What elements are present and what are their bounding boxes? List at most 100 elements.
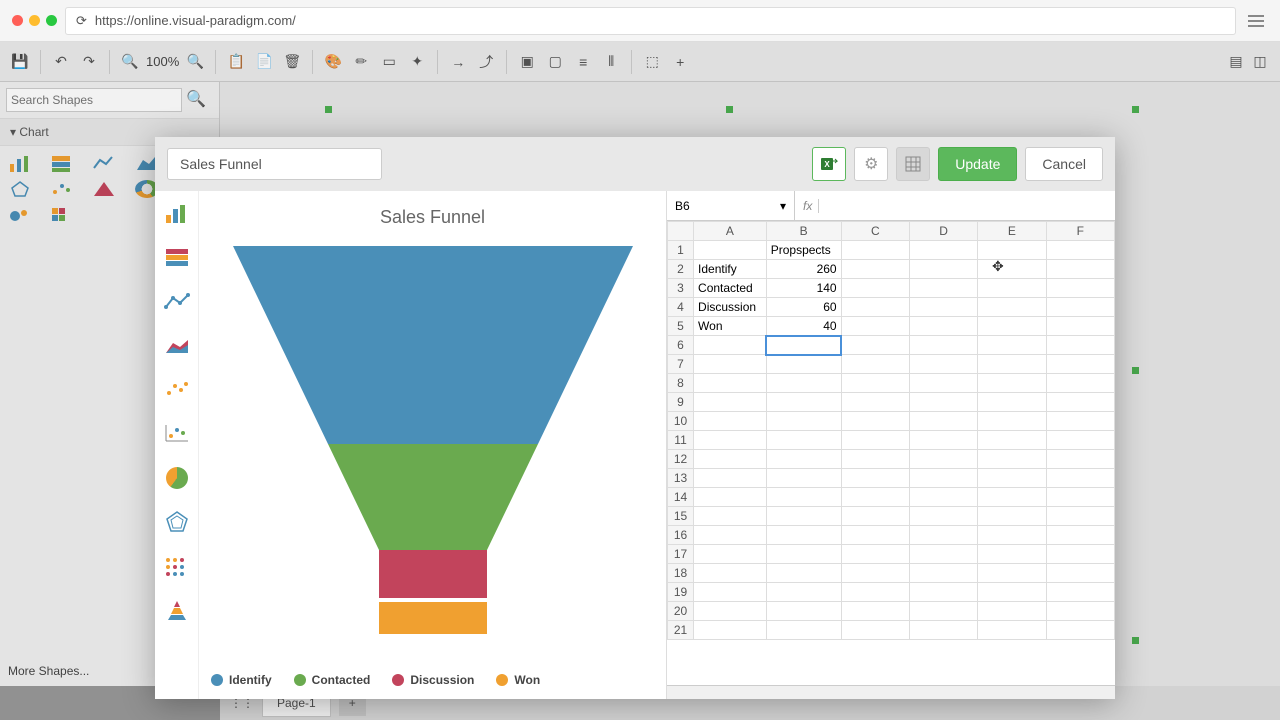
cell-E3[interactable] [978, 279, 1046, 298]
delete-icon[interactable]: 🗑 [280, 50, 304, 74]
cell-B10[interactable] [766, 412, 841, 431]
undo-icon[interactable]: ↶ [49, 50, 73, 74]
cell-A13[interactable] [694, 469, 767, 488]
cell-E8[interactable] [978, 374, 1046, 393]
more-shapes-link[interactable]: More Shapes... [0, 656, 97, 686]
cell-A6[interactable] [694, 336, 767, 355]
style-icon[interactable]: ✦ [405, 50, 429, 74]
reload-icon[interactable]: ⟳ [76, 13, 87, 29]
cell-F20[interactable] [1046, 602, 1114, 621]
cell-C20[interactable] [841, 602, 909, 621]
connector-icon[interactable]: ⤴ [474, 50, 498, 74]
ct-stacked-icon[interactable] [161, 243, 193, 273]
stacked-bar-icon[interactable] [50, 154, 74, 172]
chart-title-input[interactable] [167, 148, 382, 180]
cell-D5[interactable] [909, 317, 977, 336]
cell-D7[interactable] [909, 355, 977, 374]
cell-D17[interactable] [909, 545, 977, 564]
cell-E10[interactable] [978, 412, 1046, 431]
excel-export-icon[interactable]: X [812, 147, 846, 181]
cell-D3[interactable] [909, 279, 977, 298]
cell-A2[interactable]: Identify [694, 260, 767, 279]
cell-D8[interactable] [909, 374, 977, 393]
cell-C8[interactable] [841, 374, 909, 393]
cell-E14[interactable] [978, 488, 1046, 507]
select-icon[interactable]: ⬚ [640, 50, 664, 74]
cell-F7[interactable] [1046, 355, 1114, 374]
cell-A16[interactable] [694, 526, 767, 545]
cell-C10[interactable] [841, 412, 909, 431]
fill-icon[interactable]: 🎨 [321, 50, 345, 74]
cell-B2[interactable]: 260 [766, 260, 841, 279]
cell-F2[interactable] [1046, 260, 1114, 279]
back-icon[interactable]: ▢ [543, 50, 567, 74]
rect-icon[interactable]: ▭ [377, 50, 401, 74]
cell-A18[interactable] [694, 564, 767, 583]
window-controls[interactable] [12, 15, 57, 26]
distribute-icon[interactable]: ⫴ [599, 50, 623, 74]
line-chart-icon[interactable] [92, 154, 116, 172]
cell-C19[interactable] [841, 583, 909, 602]
cell-E17[interactable] [978, 545, 1046, 564]
cell-D1[interactable] [909, 241, 977, 260]
cell-A15[interactable] [694, 507, 767, 526]
cell-A8[interactable] [694, 374, 767, 393]
cell-F19[interactable] [1046, 583, 1114, 602]
cell-E5[interactable] [978, 317, 1046, 336]
cell-E9[interactable] [978, 393, 1046, 412]
cell-D6[interactable] [909, 336, 977, 355]
cell-A19[interactable] [694, 583, 767, 602]
cell-E11[interactable] [978, 431, 1046, 450]
heatmap-icon[interactable] [50, 206, 74, 224]
zoom-level[interactable]: 100% [146, 54, 179, 69]
cell-A12[interactable] [694, 450, 767, 469]
cell-E13[interactable] [978, 469, 1046, 488]
cell-F11[interactable] [1046, 431, 1114, 450]
cell-F14[interactable] [1046, 488, 1114, 507]
sheet-scrollbar[interactable] [667, 685, 1115, 699]
cell-D10[interactable] [909, 412, 977, 431]
cell-F18[interactable] [1046, 564, 1114, 583]
cell-C2[interactable] [841, 260, 909, 279]
ct-radar-icon[interactable] [161, 507, 193, 537]
layout1-icon[interactable]: ▤ [1224, 50, 1248, 74]
cell-C11[interactable] [841, 431, 909, 450]
cell-F6[interactable] [1046, 336, 1114, 355]
ct-line-icon[interactable] [161, 287, 193, 317]
cell-D16[interactable] [909, 526, 977, 545]
cell-D4[interactable] [909, 298, 977, 317]
cell-F12[interactable] [1046, 450, 1114, 469]
pyramid-icon[interactable] [92, 180, 116, 198]
cell-B5[interactable]: 40 [766, 317, 841, 336]
cell-E20[interactable] [978, 602, 1046, 621]
cell-D11[interactable] [909, 431, 977, 450]
cell-B7[interactable] [766, 355, 841, 374]
scatter-icon[interactable] [50, 180, 74, 198]
cell-E18[interactable] [978, 564, 1046, 583]
cell-C17[interactable] [841, 545, 909, 564]
paste-icon[interactable]: 📄 [252, 50, 276, 74]
spreadsheet-grid[interactable]: ABCDEF1Propspects2Identify2603Contacted1… [667, 221, 1115, 685]
cell-F17[interactable] [1046, 545, 1114, 564]
cell-D15[interactable] [909, 507, 977, 526]
cell-F21[interactable] [1046, 621, 1114, 640]
cell-A4[interactable]: Discussion [694, 298, 767, 317]
cell-D2[interactable] [909, 260, 977, 279]
formula-input[interactable]: fx [795, 191, 1115, 220]
cell-C9[interactable] [841, 393, 909, 412]
cell-E12[interactable] [978, 450, 1046, 469]
align-icon[interactable]: ≡ [571, 50, 595, 74]
search-input[interactable] [6, 88, 182, 112]
cell-B14[interactable] [766, 488, 841, 507]
cell-B1[interactable]: Propspects [766, 241, 841, 260]
cell-E21[interactable] [978, 621, 1046, 640]
cell-C7[interactable] [841, 355, 909, 374]
cell-A3[interactable]: Contacted [694, 279, 767, 298]
cell-A9[interactable] [694, 393, 767, 412]
bubble-icon[interactable] [8, 206, 32, 224]
ct-scatter-line-icon[interactable] [161, 419, 193, 449]
cell-D9[interactable] [909, 393, 977, 412]
cell-F8[interactable] [1046, 374, 1114, 393]
cell-A11[interactable] [694, 431, 767, 450]
cell-B3[interactable]: 140 [766, 279, 841, 298]
